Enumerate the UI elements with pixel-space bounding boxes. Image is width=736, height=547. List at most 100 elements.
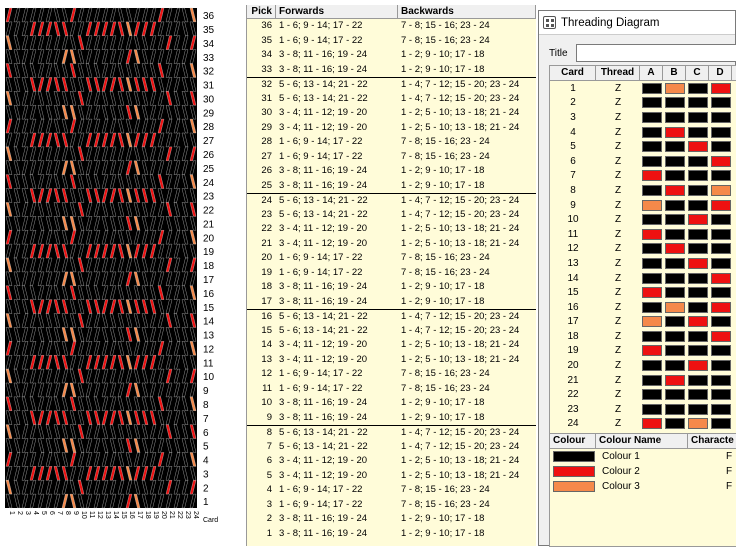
pick-row[interactable]: 28 1 - 6; 9 - 14; 17 - 22 7 - 8; 15 - 16; …: [247, 135, 536, 150]
thread-direction[interactable]: Z: [596, 345, 640, 356]
pick-row[interactable]: 25 3 - 8; 11 - 16; 19 - 24 1 - 2; 9 - 10; …: [247, 179, 536, 194]
hole-cell-b[interactable]: [664, 257, 685, 269]
hole-cell-c[interactable]: [687, 111, 708, 123]
pick-row[interactable]: 23 5 - 6; 13 - 14; 21 - 22 1 - 4; 7 - 12; …: [247, 208, 536, 223]
pick-table[interactable]: Pick Forwards Backwards 36 1 - 6; 9 - 14;…: [246, 5, 536, 546]
card-row[interactable]: 15 Z: [550, 285, 736, 300]
hole-cell-c[interactable]: [687, 345, 708, 357]
card-row[interactable]: 24 Z: [550, 417, 736, 432]
hole-cell-a[interactable]: [641, 243, 662, 255]
hole-cell-b[interactable]: [664, 403, 685, 415]
hole-cell-b[interactable]: [664, 199, 685, 211]
card-row[interactable]: 20 Z: [550, 358, 736, 373]
hole-cell-c[interactable]: [687, 374, 708, 386]
thread-direction[interactable]: Z: [596, 214, 640, 225]
thread-direction[interactable]: Z: [596, 156, 640, 167]
card-row[interactable]: 6Z: [550, 154, 736, 169]
hole-cell-a[interactable]: [641, 214, 662, 226]
hole-cell-c[interactable]: [687, 184, 708, 196]
thread-direction[interactable]: Z: [596, 170, 640, 181]
thread-direction[interactable]: Z: [596, 97, 640, 108]
pick-row[interactable]: 21 3 - 4; 11 - 12; 19 - 20 1 - 2; 5 - 10; …: [247, 237, 536, 252]
hole-cell-d[interactable]: [710, 126, 731, 138]
hole-cell-d[interactable]: [710, 111, 731, 123]
thread-direction[interactable]: Z: [596, 418, 640, 429]
card-row[interactable]: 1Z: [550, 81, 736, 96]
hole-cell-d[interactable]: [710, 155, 731, 167]
hole-cell-c[interactable]: [687, 82, 708, 94]
hole-cell-d[interactable]: [710, 418, 731, 430]
hole-cell-a[interactable]: [641, 374, 662, 386]
hole-cell-a[interactable]: [641, 199, 662, 211]
hole-cell-a[interactable]: [641, 316, 662, 328]
hole-cell-d[interactable]: [710, 82, 731, 94]
colour-swatch[interactable]: [553, 451, 595, 462]
hole-cell-b[interactable]: [664, 141, 685, 153]
hole-cell-c[interactable]: [687, 257, 708, 269]
hole-cell-d[interactable]: [710, 184, 731, 196]
hole-cell-b[interactable]: [664, 184, 685, 196]
card-row[interactable]: 18 Z: [550, 329, 736, 344]
hole-cell-c[interactable]: [687, 287, 708, 299]
colour-row[interactable]: Colour 2 F: [550, 464, 736, 479]
hole-cell-a[interactable]: [641, 272, 662, 284]
hole-cell-a[interactable]: [641, 82, 662, 94]
hole-cell-d[interactable]: [710, 316, 731, 328]
hole-cell-c[interactable]: [687, 141, 708, 153]
colour-swatch[interactable]: [553, 481, 595, 492]
hole-cell-b[interactable]: [664, 97, 685, 109]
thread-direction[interactable]: Z: [596, 127, 640, 138]
hole-cell-d[interactable]: [710, 330, 731, 342]
card-row[interactable]: 9Z: [550, 198, 736, 213]
pick-row[interactable]: 33 3 - 8; 11 - 16; 19 - 24 1 - 2; 9 - 10; …: [247, 63, 536, 78]
pick-row[interactable]: 10 3 - 8; 11 - 16; 19 - 24 1 - 2; 9 - 10; …: [247, 396, 536, 411]
card-row[interactable]: 3Z: [550, 110, 736, 125]
hole-cell-a[interactable]: [641, 126, 662, 138]
hole-cell-b[interactable]: [664, 301, 685, 313]
pick-row[interactable]: 19 1 - 6; 9 - 14; 17 - 22 7 - 8; 15 - 16; …: [247, 266, 536, 281]
hole-cell-d[interactable]: [710, 389, 731, 401]
pick-row[interactable]: 34 3 - 8; 11 - 16; 19 - 24 1 - 2; 9 - 10; …: [247, 48, 536, 63]
thread-direction[interactable]: Z: [596, 360, 640, 371]
hole-cell-a[interactable]: [641, 330, 662, 342]
hole-cell-d[interactable]: [710, 287, 731, 299]
hole-cell-a[interactable]: [641, 301, 662, 313]
pick-row[interactable]: 8 5 - 6; 13 - 14; 21 - 22 1 - 4; 7 - 12; 1…: [247, 425, 536, 440]
colour-swatch[interactable]: [553, 466, 595, 477]
pick-row[interactable]: 4 1 - 6; 9 - 14; 17 - 22 7 - 8; 15 - 16; 2…: [247, 483, 536, 498]
hole-cell-a[interactable]: [641, 389, 662, 401]
thread-direction[interactable]: Z: [596, 375, 640, 386]
thread-direction[interactable]: Z: [596, 404, 640, 415]
hole-cell-c[interactable]: [687, 155, 708, 167]
hole-cell-b[interactable]: [664, 360, 685, 372]
hole-cell-c[interactable]: [687, 199, 708, 211]
thread-direction[interactable]: Z: [596, 273, 640, 284]
hole-cell-c[interactable]: [687, 403, 708, 415]
hole-cell-b[interactable]: [664, 126, 685, 138]
thread-direction[interactable]: Z: [596, 243, 640, 254]
card-row[interactable]: 22 Z: [550, 387, 736, 402]
thread-direction[interactable]: Z: [596, 316, 640, 327]
pick-row[interactable]: 20 1 - 6; 9 - 14; 17 - 22 7 - 8; 15 - 16; …: [247, 251, 536, 266]
hole-cell-a[interactable]: [641, 360, 662, 372]
window-titlebar[interactable]: Threading Diagram: [539, 11, 735, 35]
pick-row[interactable]: 26 3 - 8; 11 - 16; 19 - 24 1 - 2; 9 - 10; …: [247, 164, 536, 179]
hole-cell-b[interactable]: [664, 316, 685, 328]
hole-cell-b[interactable]: [664, 345, 685, 357]
pick-row[interactable]: 11 1 - 6; 9 - 14; 17 - 22 7 - 8; 15 - 16; …: [247, 382, 536, 397]
hole-cell-c[interactable]: [687, 228, 708, 240]
card-row[interactable]: 8Z: [550, 183, 736, 198]
card-row[interactable]: 2Z: [550, 96, 736, 111]
hole-cell-d[interactable]: [710, 403, 731, 415]
hole-cell-a[interactable]: [641, 141, 662, 153]
pick-row[interactable]: 27 1 - 6; 9 - 14; 17 - 22 7 - 8; 15 - 16; …: [247, 150, 536, 165]
hole-cell-b[interactable]: [664, 228, 685, 240]
colour-row[interactable]: Colour 1 F: [550, 449, 736, 464]
pick-row[interactable]: 36 1 - 6; 9 - 14; 17 - 22 7 - 8; 15 - 16; …: [247, 19, 536, 34]
hole-cell-a[interactable]: [641, 97, 662, 109]
hole-cell-c[interactable]: [687, 360, 708, 372]
card-grid[interactable]: Card Thread A B C D 1 Z 2 Z 3 Z 4 Z 5 Z 6 Z 7 Z 8 Z 9 Z 10…: [549, 65, 736, 435]
pick-row[interactable]: 7 5 - 6; 13 - 14; 21 - 22 1 - 4; 7 - 12; 1…: [247, 440, 536, 455]
pick-row[interactable]: 29 3 - 4; 11 - 12; 19 - 20 1 - 2; 5 - 10; …: [247, 121, 536, 136]
hole-cell-d[interactable]: [710, 257, 731, 269]
